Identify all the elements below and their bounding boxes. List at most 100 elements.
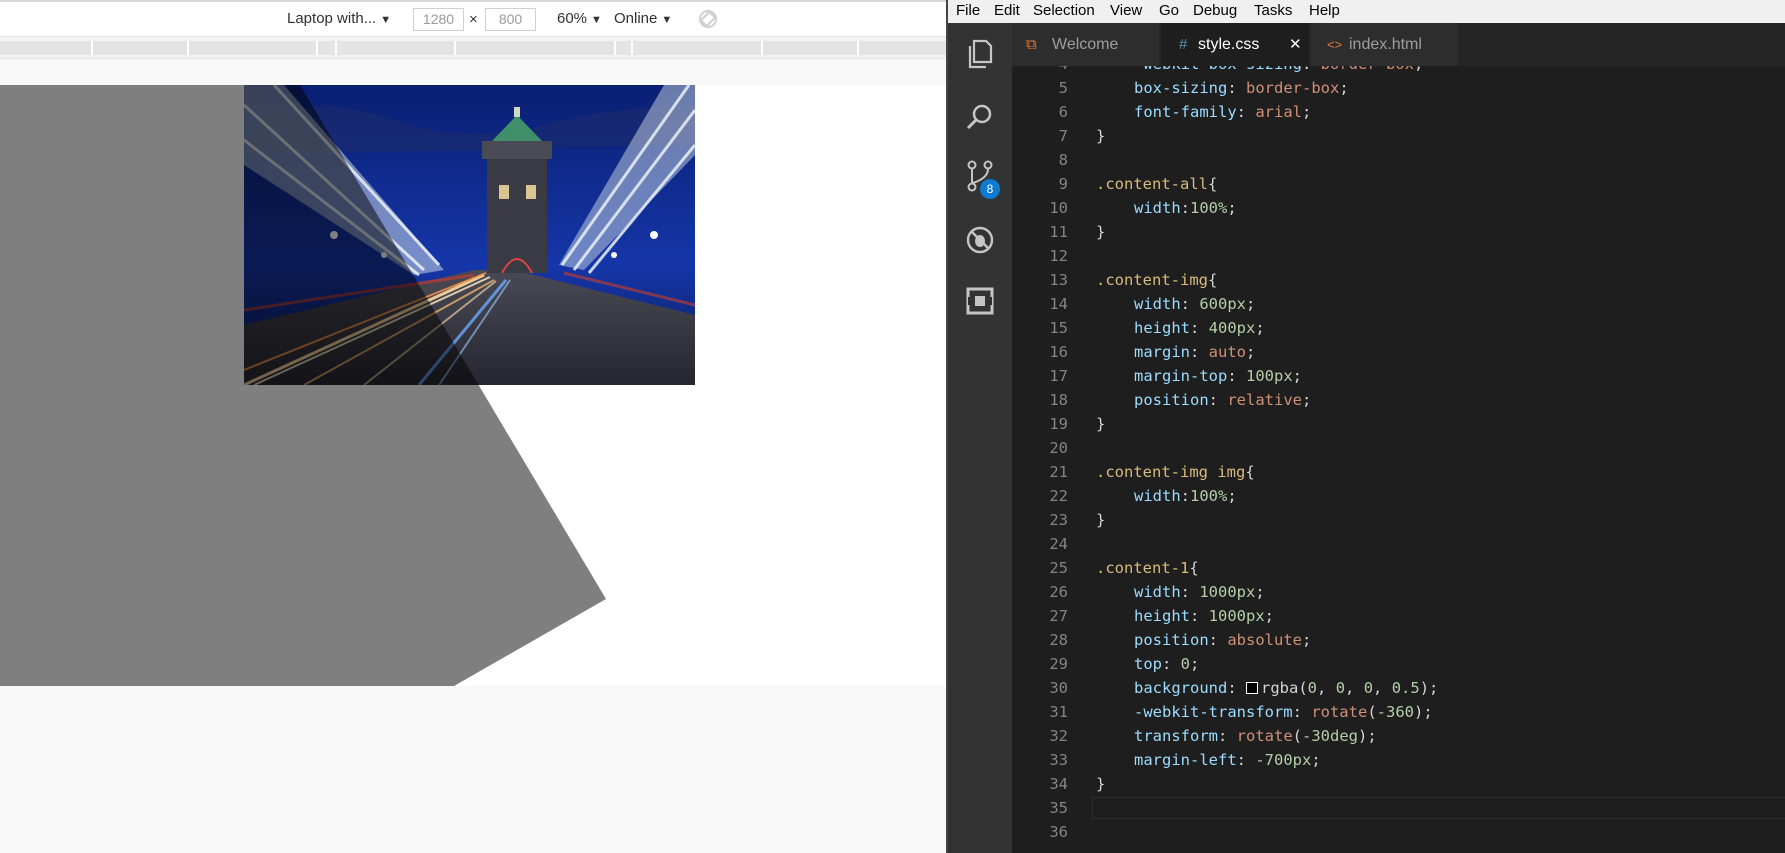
code-token: 600px <box>1199 295 1247 313</box>
close-icon[interactable]: ✕ <box>1289 23 1302 66</box>
code-text: .content-img img{ <box>1096 460 1255 484</box>
menu-go[interactable]: Go <box>1159 2 1179 19</box>
code-token: 0.5 <box>1391 679 1420 697</box>
code-token: ); <box>1419 679 1439 697</box>
code-token: ; <box>1246 295 1256 313</box>
tab-welcome[interactable]: ⧉ Welcome <box>1012 23 1160 66</box>
line-number: 19 <box>1049 415 1068 433</box>
menu-view[interactable]: View <box>1110 2 1142 19</box>
menu-edit[interactable]: Edit <box>994 2 1020 19</box>
menu-bar: File Edit Selection View Go Debug Tasks … <box>948 0 1785 23</box>
line-number: 24 <box>1049 535 1068 553</box>
code-token: , <box>1345 679 1364 697</box>
code-token: 400px <box>1208 319 1256 337</box>
menu-file[interactable]: File <box>956 2 980 19</box>
code-token: -700px <box>1255 751 1312 769</box>
tab-index-html[interactable]: <> index.html <box>1311 23 1459 66</box>
code-token: rgba( <box>1261 679 1308 697</box>
code-token: 0 <box>1363 679 1374 697</box>
code-token: rotate <box>1311 703 1368 721</box>
code-token: ; <box>1227 487 1237 505</box>
code-token: : <box>1180 583 1200 601</box>
line-number: 7 <box>1058 127 1068 145</box>
line-number: 10 <box>1049 199 1068 217</box>
zoom-select[interactable]: 60% ▼ <box>557 10 602 27</box>
extensions-icon[interactable] <box>962 283 998 319</box>
line-number: 14 <box>1049 295 1068 313</box>
code-text: -webkit-box-sizing: border-box; <box>1134 66 1423 76</box>
code-token: background <box>1134 679 1228 697</box>
code-line: 14 width: 600px; <box>1012 292 1785 316</box>
media-query-bar[interactable] <box>0 37 946 59</box>
code-token: margin <box>1134 343 1190 361</box>
line-number: 22 <box>1049 487 1068 505</box>
tab-label: style.css <box>1198 36 1260 53</box>
code-editor[interactable]: 4 -webkit-box-sizing: border-box; 5 box-siz… <box>1012 66 1785 853</box>
code-text: } <box>1096 220 1105 244</box>
code-text: } <box>1096 508 1105 532</box>
code-token: auto <box>1208 343 1246 361</box>
code-token: .content-img img <box>1096 463 1246 481</box>
menu-tasks[interactable]: Tasks <box>1254 2 1292 19</box>
ruler-tick <box>631 41 633 55</box>
code-token: width <box>1134 295 1181 313</box>
code-line: 21 .content-img img{ <box>1012 460 1785 484</box>
color-swatch[interactable] <box>1246 682 1258 694</box>
code-token: ; <box>1302 103 1312 121</box>
code-token: : <box>1236 103 1256 121</box>
search-icon[interactable] <box>962 99 998 135</box>
code-token: : <box>1180 487 1191 505</box>
menu-help[interactable]: Help <box>1309 2 1340 19</box>
ruler-tick <box>91 41 93 55</box>
ruler-tick <box>335 41 337 55</box>
code-text: .content-img{ <box>1096 268 1217 292</box>
tab-style-css[interactable]: # style.css ✕ <box>1161 23 1310 66</box>
rotate-icon[interactable] <box>698 9 718 33</box>
width-input[interactable]: 1280 <box>413 8 464 31</box>
ruler-tick <box>614 41 616 55</box>
code-text: position: absolute; <box>1134 628 1311 652</box>
chevron-down-icon: ▼ <box>591 14 602 26</box>
files-icon[interactable] <box>962 36 998 72</box>
line-number: 27 <box>1049 607 1068 625</box>
code-token: arial <box>1255 103 1302 121</box>
line-number: 13 <box>1049 271 1068 289</box>
line-number: 31 <box>1049 703 1068 721</box>
code-line: 16 margin: auto; <box>1012 340 1785 364</box>
code-line: 11} <box>1012 220 1785 244</box>
code-token: 0 <box>1180 655 1191 673</box>
menu-selection[interactable]: Selection <box>1033 2 1095 19</box>
code-token: height <box>1134 319 1190 337</box>
device-select[interactable]: Laptop with... ▼ <box>287 10 391 27</box>
line-number: 30 <box>1049 679 1068 697</box>
network-label: Online <box>614 10 658 27</box>
editor-tabs: ⧉ Welcome # style.css ✕ <> index.html <box>1012 23 1785 66</box>
code-token: : <box>1180 199 1191 217</box>
line-number: 9 <box>1058 175 1068 193</box>
network-select[interactable]: Online ▼ <box>614 10 672 27</box>
code-line: 12 <box>1012 244 1785 268</box>
height-input[interactable]: 800 <box>485 8 536 31</box>
line-number: 35 <box>1049 799 1068 817</box>
code-token: ; <box>1301 631 1312 649</box>
chevron-down-icon: ▼ <box>380 14 392 26</box>
times-symbol: × <box>469 11 478 28</box>
code-line: 8 <box>1012 148 1785 172</box>
debug-icon[interactable] <box>962 222 998 258</box>
code-token: -webkit-transform <box>1134 703 1293 721</box>
code-token: -360 <box>1376 703 1414 721</box>
code-token: ; <box>1246 343 1256 361</box>
code-token: , <box>1317 679 1336 697</box>
code-line: 28 position: absolute; <box>1012 628 1785 652</box>
code-text: .content-all{ <box>1096 172 1217 196</box>
code-token: margin-left <box>1134 751 1237 769</box>
code-token: { <box>1207 175 1218 193</box>
code-token: } <box>1096 415 1106 433</box>
menu-debug[interactable]: Debug <box>1193 2 1237 19</box>
code-token: , <box>1373 679 1392 697</box>
line-number: 33 <box>1049 751 1068 769</box>
code-line: 15 height: 400px; <box>1012 316 1785 340</box>
code-text: font-family: arial; <box>1134 100 1311 124</box>
code-token: width <box>1134 487 1181 505</box>
code-token: position <box>1134 391 1209 409</box>
